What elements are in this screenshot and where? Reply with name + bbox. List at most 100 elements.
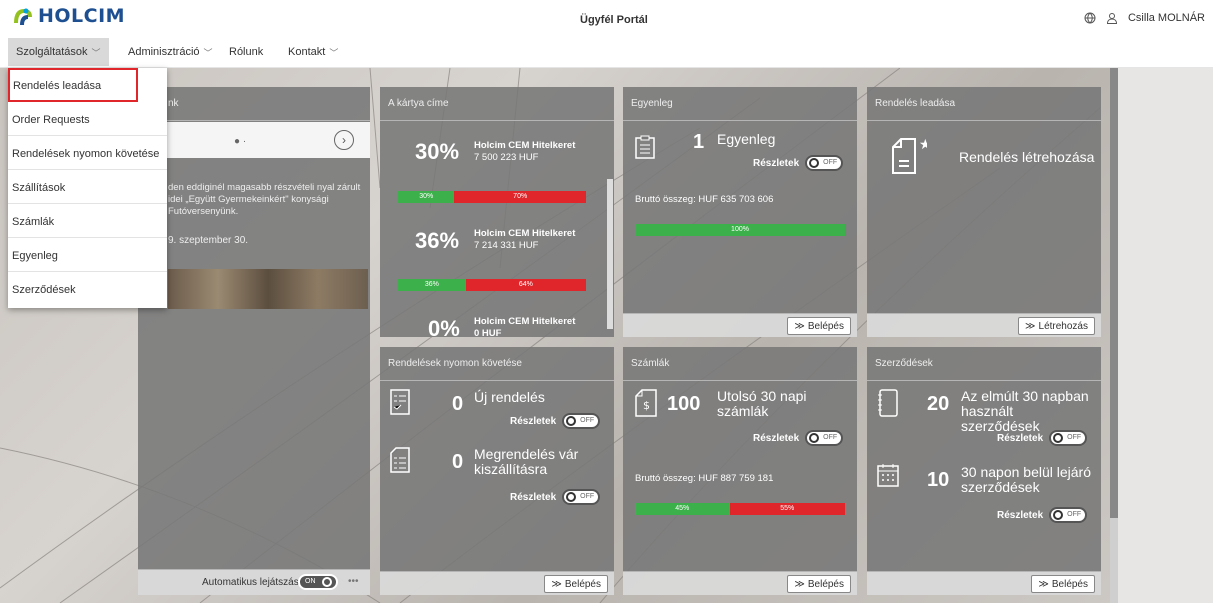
details-row: Részletek OFF <box>997 430 1088 446</box>
dropdown-item-szamlak[interactable]: Számlák <box>8 204 167 238</box>
balance-label: Egyenleg <box>717 131 776 147</box>
menu-label: Rólunk <box>229 46 264 58</box>
svg-text:$: $ <box>643 399 650 412</box>
details-toggle[interactable]: OFF <box>805 430 844 446</box>
user-name[interactable]: Csilla MOLNÁR <box>1128 12 1205 24</box>
tile-title: A kártya címe <box>380 87 614 121</box>
credit-name: Holcim CEM Hitelkeret <box>474 228 576 239</box>
new-order-label: Új rendelés <box>474 389 545 405</box>
invoices-tile[interactable]: Számlák $ 100 Utolsó 30 napi számlák Rés… <box>623 347 857 595</box>
create-button[interactable]: ≫ Létrehozás <box>1018 317 1095 335</box>
menu-szolgaltatasok[interactable]: Szolgáltatások ﹀ <box>8 38 109 66</box>
double-chevron-icon: ≫ <box>794 320 805 332</box>
enter-button[interactable]: ≫ Belépés <box>1031 575 1095 593</box>
autoplay-toggle[interactable]: ON <box>298 574 338 590</box>
details-label: Részletek <box>753 432 800 444</box>
unpaid-segment: 55% <box>729 503 845 515</box>
portal-title: Ügyfél Portál <box>580 14 648 26</box>
more-icon[interactable]: ••• <box>348 576 359 587</box>
credit-name: Holcim CEM Hitelkeret <box>474 140 576 151</box>
checklist-icon <box>390 389 410 418</box>
chevron-down-icon: ﹀ <box>203 47 213 58</box>
credit-amount: 7 500 223 HUF <box>474 152 539 163</box>
toggle-label: OFF <box>580 493 595 500</box>
dropdown-item-egyenleg[interactable]: Egyenleg <box>8 238 167 272</box>
contracts-tile[interactable]: Szerződések 20 Az elmúlt 30 napban haszn… <box>867 347 1101 595</box>
details-label: Részletek <box>753 157 800 169</box>
toggle-label: OFF <box>823 159 838 166</box>
double-chevron-icon: ≫ <box>1025 320 1036 332</box>
header: HOLCIM Ügyfél Portál Csilla MOLNÁR <box>0 0 1213 34</box>
document-list-icon <box>390 447 410 476</box>
details-label: Részletek <box>997 432 1044 444</box>
details-label: Részletek <box>510 491 557 503</box>
toggle-knob <box>566 416 577 426</box>
user-icon[interactable] <box>1106 12 1118 24</box>
credit-bar: 30% 70% <box>398 191 586 203</box>
invoice-bar: 45% 55% <box>635 503 845 515</box>
chevron-down-icon: ﹀ <box>329 47 339 58</box>
globe-icon[interactable] <box>1084 12 1096 24</box>
news-image[interactable] <box>168 269 368 309</box>
chevron-down-icon: ﹀ <box>91 47 101 58</box>
enter-button[interactable]: ≫ Belépés <box>787 575 851 593</box>
details-toggle[interactable]: OFF <box>562 413 601 429</box>
double-chevron-icon: ≫ <box>794 578 805 590</box>
order-create-tile[interactable]: Rendelés leadása ★ Rendelés létrehozása … <box>867 87 1101 337</box>
right-panel <box>1118 68 1213 603</box>
tile-title: Rendelés leadása <box>867 87 1101 121</box>
details-toggle[interactable]: OFF <box>805 155 844 171</box>
expiring-contracts-count: 10 <box>927 469 950 491</box>
invoice-label: Utolsó 30 napi számlák <box>717 388 807 419</box>
button-label: Belépés <box>1051 578 1088 590</box>
paid-segment: 45% <box>635 503 730 515</box>
double-chevron-icon: ≫ <box>551 578 562 590</box>
menu-kontakt[interactable]: Kontakt ﹀ <box>288 42 338 62</box>
expiring-contracts-label: 30 napon belül lejáró szerződések <box>961 464 1091 495</box>
credit-card-tile[interactable]: A kártya címe 30% Holcim CEM Hitelkeret … <box>380 87 614 337</box>
tile-scrollbar[interactable] <box>607 179 613 329</box>
toggle-knob <box>1053 510 1064 520</box>
scrollbar-thumb[interactable] <box>1110 68 1118 518</box>
free-segment: 64% <box>465 279 586 291</box>
button-label: Belépés <box>564 578 601 590</box>
toggle-knob <box>809 158 820 168</box>
news-tile-title: nk <box>138 87 370 121</box>
tile-title: Számlák <box>623 347 857 381</box>
menu-label: Szolgáltatások <box>16 46 88 58</box>
svg-text:★: ★ <box>919 137 927 153</box>
menu-rolunk[interactable]: Rólunk <box>229 42 263 62</box>
enter-button[interactable]: ≫ Belépés <box>544 575 608 593</box>
tile-title: Rendelések nyomon követése <box>380 347 614 381</box>
details-toggle[interactable]: OFF <box>562 489 601 505</box>
dropdown-item-szallitasok[interactable]: Szállítások <box>8 170 167 204</box>
order-tracking-tile[interactable]: Rendelések nyomon követése 0 Új rendelés… <box>380 347 614 595</box>
new-document-icon: ★ <box>891 135 932 178</box>
toggle-label: OFF <box>1067 434 1082 441</box>
menu-label: Adminisztráció <box>128 46 200 58</box>
pending-delivery-label: Megrendelés vár kiszállításra <box>474 446 579 477</box>
carousel-dots: ● · <box>234 136 247 147</box>
used-contracts-count: 20 <box>927 393 950 415</box>
balance-tile[interactable]: Egyenleg 1 Egyenleg Részletek OFF Bruttó… <box>623 87 857 337</box>
credit-amount: 0 HUF <box>474 328 502 337</box>
menu-adminisztracio[interactable]: Adminisztráció ﹀ <box>128 42 213 62</box>
holcim-logo[interactable]: HOLCIM <box>12 5 125 27</box>
details-toggle[interactable]: OFF <box>1049 430 1088 446</box>
chevron-right-icon[interactable]: › <box>334 130 354 150</box>
button-label: Létrehozás <box>1038 320 1088 332</box>
dropdown-item-rendeles-leadasa[interactable]: Rendelés leadása <box>8 68 138 102</box>
balance-segment: 100% <box>635 224 845 236</box>
enter-button[interactable]: ≫ Belépés <box>787 317 851 335</box>
details-toggle[interactable]: OFF <box>1049 507 1088 523</box>
details-label: Részletek <box>997 509 1044 521</box>
details-row: Részletek OFF <box>510 489 601 505</box>
button-label: Belépés <box>807 578 844 590</box>
dropdown-item-rendelesek-nyomon-kovetese[interactable]: Rendelések nyomon követése <box>8 136 167 170</box>
dropdown-item-szerzodesek[interactable]: Szerződések <box>8 272 167 306</box>
tile-title: Egyenleg <box>623 87 857 121</box>
dropdown-item-order-requests[interactable]: Order Requests <box>8 102 167 136</box>
news-tile: nk ● · › den eddiginél magasabb részvéte… <box>138 87 370 595</box>
button-label: Belépés <box>807 320 844 332</box>
clipboard-icon <box>635 135 655 162</box>
